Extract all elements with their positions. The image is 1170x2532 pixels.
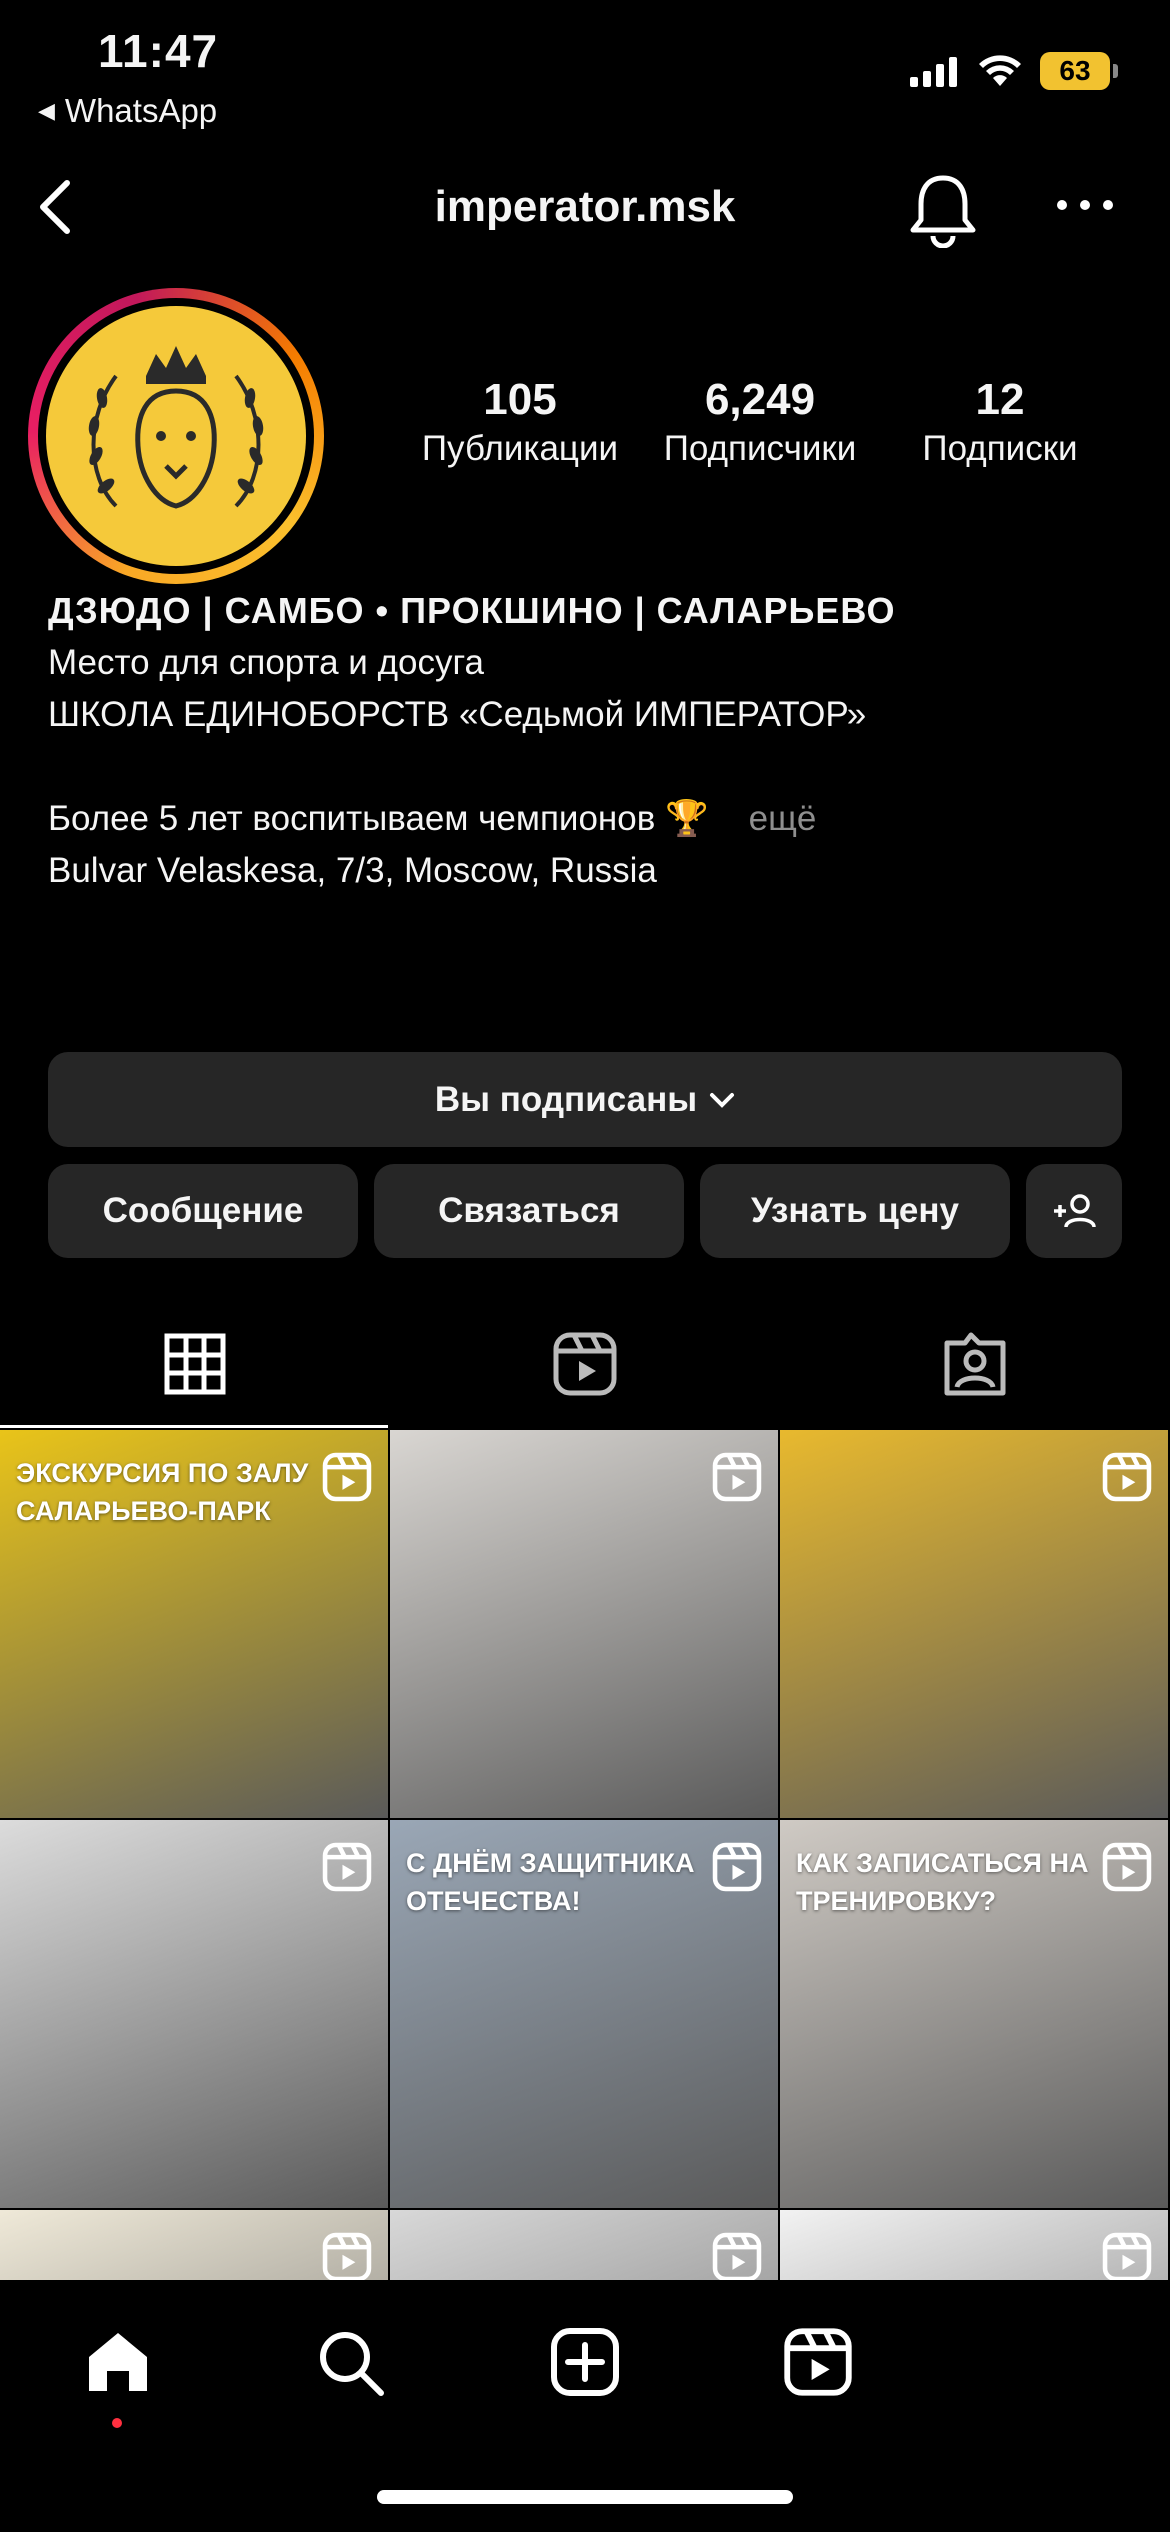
reel-badge-icon bbox=[322, 1452, 372, 1502]
stat-value: 6,249 bbox=[704, 375, 816, 424]
lion-crest-logo bbox=[88, 346, 264, 509]
profile-header: imperator.msk bbox=[0, 160, 1170, 260]
bell-icon bbox=[910, 175, 976, 249]
story-ring[interactable] bbox=[28, 288, 324, 584]
bio-more-link[interactable]: ещё bbox=[749, 799, 817, 838]
profile-tabs bbox=[0, 1300, 1170, 1428]
bio-name: ДЗЮДО | САМБО • ПРОКШИНО | САЛАРЬЕВО bbox=[48, 590, 896, 631]
tab-posts-grid[interactable] bbox=[0, 1300, 390, 1428]
post-thumbnail[interactable] bbox=[0, 2210, 388, 2280]
post-thumbnail[interactable] bbox=[390, 2210, 778, 2280]
reels-icon bbox=[784, 2328, 852, 2396]
status-bar: 11:47 ◀ WhatsApp 63 bbox=[0, 0, 1170, 140]
grid-icon bbox=[164, 1333, 226, 1395]
stat-value: 105 bbox=[483, 375, 557, 424]
tab-reels[interactable] bbox=[390, 1300, 780, 1428]
bottom-nav bbox=[0, 2282, 1170, 2532]
post-thumbnail[interactable] bbox=[780, 2210, 1168, 2280]
bio-line: Более 5 лет воспитываем чемпионов 🏆 ещё bbox=[48, 793, 1128, 845]
nav-create[interactable] bbox=[545, 2322, 625, 2402]
profile-bio: ДЗЮДО | САМБО • ПРОКШИНО | САЛАРЬЕВО Мес… bbox=[48, 585, 1128, 897]
reel-badge-icon bbox=[1102, 1452, 1152, 1502]
home-icon bbox=[89, 2333, 147, 2391]
bio-line: Место для спорта и досуга bbox=[48, 643, 484, 682]
price-button[interactable]: Узнать цену bbox=[700, 1164, 1010, 1258]
posts-grid: ЭКСКУРСИЯ ПО ЗАЛУ САЛАРЬЕВО-ПАРК С ДНЁМ З… bbox=[0, 1430, 1170, 2280]
post-thumbnail[interactable] bbox=[780, 1430, 1168, 1818]
back-app-label: WhatsApp bbox=[64, 92, 218, 129]
stat-posts[interactable]: 105 Публикации bbox=[400, 375, 640, 469]
following-button[interactable]: Вы подписаны bbox=[48, 1052, 1122, 1147]
battery-level: 63 bbox=[1059, 55, 1091, 86]
post-caption: С ДНЁМ ЗАЩИТНИКА ОТЕЧЕСТВА! bbox=[406, 1848, 695, 1916]
post-caption: ЭКСКУРСИЯ ПО ЗАЛУ САЛАРЬЕВО-ПАРК bbox=[16, 1458, 309, 1526]
status-icons: 63 bbox=[910, 52, 1118, 90]
reels-icon bbox=[553, 1332, 617, 1396]
post-thumbnail[interactable]: ЭКСКУРСИЯ ПО ЗАЛУ САЛАРЬЕВО-ПАРК bbox=[0, 1430, 388, 1818]
cellular-icon bbox=[910, 57, 957, 87]
wifi-icon bbox=[979, 55, 1021, 86]
reel-badge-icon bbox=[322, 1842, 372, 1892]
stat-label: Публикации bbox=[421, 429, 619, 468]
reel-badge-icon bbox=[712, 2232, 762, 2280]
stat-label: Подписчики bbox=[663, 429, 857, 468]
more-icon bbox=[1057, 200, 1113, 210]
profile-username: imperator.msk bbox=[434, 182, 736, 231]
avatar bbox=[46, 306, 306, 566]
reel-badge-icon bbox=[322, 2232, 372, 2280]
suggest-accounts-button[interactable] bbox=[1026, 1164, 1122, 1258]
search-icon bbox=[320, 2332, 384, 2396]
notifications-button[interactable] bbox=[905, 168, 981, 249]
back-to-app-link[interactable]: ◀ WhatsApp bbox=[38, 92, 217, 130]
contact-button[interactable]: Связаться bbox=[374, 1164, 684, 1258]
post-thumbnail[interactable] bbox=[0, 1820, 388, 2208]
stat-following[interactable]: 12 Подписки bbox=[880, 375, 1120, 469]
nav-reels[interactable] bbox=[778, 2322, 858, 2402]
notification-dot bbox=[112, 2418, 122, 2428]
back-triangle-icon: ◀ bbox=[38, 98, 55, 123]
chevron-down-icon bbox=[710, 1092, 735, 1108]
tagged-icon bbox=[944, 1332, 1006, 1396]
reel-badge-icon bbox=[712, 1842, 762, 1892]
profile-stats: 105 Публикации 6,249 Подписчики 12 Подпи… bbox=[400, 375, 1120, 469]
post-thumbnail[interactable]: С ДНЁМ ЗАЩИТНИКА ОТЕЧЕСТВА! bbox=[390, 1820, 778, 2208]
post-caption: КАК ЗАПИСАТЬСЯ НА ТРЕНИРОВКУ? bbox=[796, 1848, 1089, 1916]
stat-label: Подписки bbox=[922, 429, 1078, 468]
status-time: 11:47 bbox=[98, 25, 219, 77]
add-user-icon bbox=[1054, 1194, 1096, 1228]
stat-value: 12 bbox=[975, 375, 1025, 424]
stat-followers[interactable]: 6,249 Подписчики bbox=[640, 375, 880, 469]
reel-badge-icon bbox=[712, 1452, 762, 1502]
bio-address[interactable]: Bulvar Velaskesa, 7/3, Moscow, Russia bbox=[48, 845, 1128, 897]
tab-tagged[interactable] bbox=[780, 1300, 1170, 1428]
create-icon bbox=[551, 2328, 619, 2396]
post-thumbnail[interactable] bbox=[390, 1430, 778, 1818]
nav-search[interactable] bbox=[310, 2322, 390, 2402]
post-thumbnail[interactable]: КАК ЗАПИСАТЬСЯ НА ТРЕНИРОВКУ? bbox=[780, 1820, 1168, 2208]
bio-line: ШКОЛА ЕДИНОБОРСТВ «Седьмой ИМПЕРАТОР» bbox=[48, 695, 867, 734]
following-label: Вы подписаны bbox=[434, 1079, 698, 1119]
reel-badge-icon bbox=[1102, 1842, 1152, 1892]
message-button[interactable]: Сообщение bbox=[48, 1164, 358, 1258]
reel-badge-icon bbox=[1102, 2232, 1152, 2280]
battery-icon: 63 bbox=[1040, 52, 1118, 90]
more-options-button[interactable] bbox=[1050, 180, 1120, 230]
home-indicator bbox=[377, 2490, 793, 2504]
nav-home[interactable] bbox=[78, 2322, 158, 2402]
bio-text: Более 5 лет воспитываем чемпионов 🏆 bbox=[48, 799, 709, 838]
